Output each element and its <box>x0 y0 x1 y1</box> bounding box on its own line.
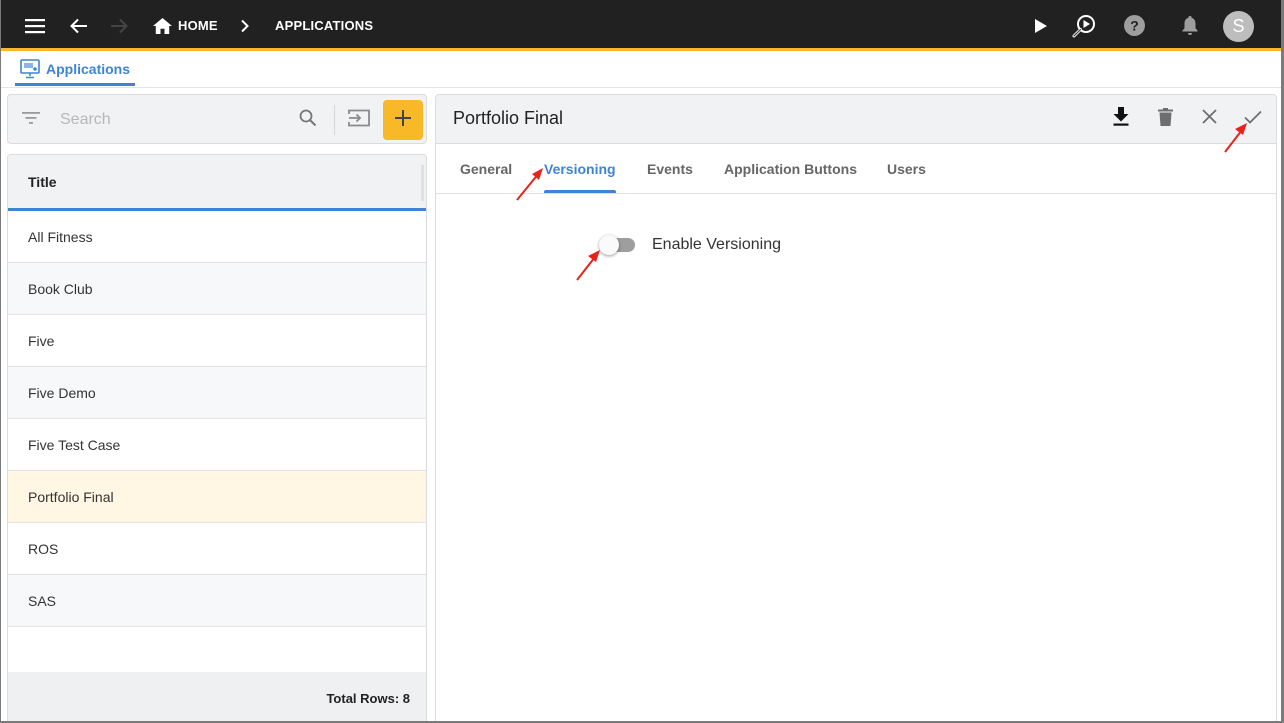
close-button[interactable] <box>1195 105 1223 133</box>
svg-text:?: ? <box>1130 18 1139 34</box>
list-item-selected[interactable]: Portfolio Final <box>8 471 426 523</box>
play-icon <box>1035 18 1047 33</box>
plus-icon <box>395 109 411 131</box>
filter-button[interactable] <box>20 109 42 131</box>
download-button[interactable] <box>1107 105 1135 133</box>
run-button[interactable] <box>1030 0 1052 51</box>
back-button[interactable] <box>66 0 92 51</box>
list-item-title: Five <box>28 332 55 349</box>
list-item[interactable]: Five Test Case <box>8 419 426 471</box>
list-item[interactable]: SAS <box>8 575 426 627</box>
filter-icon <box>22 111 40 130</box>
detail-title: Portfolio Final <box>453 108 564 128</box>
column-header-title[interactable]: Title <box>8 155 426 211</box>
arrow-back-icon <box>70 18 88 34</box>
detail-tabs: General Versioning Events Application Bu… <box>436 144 1276 194</box>
search-input[interactable] <box>60 107 290 133</box>
top-app-bar: HOME APPLICATIONS ? S <box>0 0 1284 51</box>
chevron-right-icon <box>240 0 250 51</box>
column-header-label: Title <box>28 173 57 190</box>
inspect-run-button[interactable] <box>1070 0 1098 51</box>
list-item-title: All Fitness <box>28 228 93 245</box>
import-icon <box>348 109 370 132</box>
list-item-title: SAS <box>28 592 57 609</box>
annotation-arrow-toggle <box>576 250 600 281</box>
breadcrumb-applications-label: APPLICATIONS <box>275 18 374 33</box>
list-item[interactable]: All Fitness <box>8 211 426 263</box>
detail-header: Portfolio Final <box>436 95 1276 144</box>
bell-icon <box>1182 15 1198 36</box>
notifications-button[interactable] <box>1178 0 1202 51</box>
column-resize-handle[interactable] <box>421 165 424 201</box>
tab-general[interactable]: General <box>460 144 512 193</box>
search-icon <box>299 109 317 132</box>
avatar[interactable]: S <box>1223 11 1254 42</box>
delete-button[interactable] <box>1151 105 1179 133</box>
toolbar-divider <box>334 105 335 135</box>
breadcrumb-applications[interactable]: APPLICATIONS <box>275 0 373 51</box>
list-toolbar <box>7 94 427 144</box>
tab-applications-label: Applications <box>46 60 131 77</box>
breadcrumb-home[interactable]: HOME <box>153 0 218 51</box>
annotation-arrow-versioning-tab <box>516 168 543 201</box>
tab-users-label: Users <box>887 160 926 177</box>
tab-users[interactable]: Users <box>887 144 926 193</box>
list-item[interactable]: Five <box>8 315 426 367</box>
list-item[interactable]: Book Club <box>8 263 426 315</box>
breadcrumb-home-label: HOME <box>178 18 218 33</box>
enable-versioning-field: Enable Versioning <box>599 235 781 255</box>
tab-application-buttons[interactable]: Application Buttons <box>724 144 857 193</box>
search-play-icon <box>1071 13 1097 39</box>
tab-application-buttons-label: Application Buttons <box>724 160 857 177</box>
help-button[interactable]: ? <box>1122 0 1146 51</box>
arrow-forward-icon <box>110 18 128 34</box>
help-icon: ? <box>1123 15 1145 36</box>
home-icon <box>153 17 172 34</box>
list-item[interactable]: Five Demo <box>8 367 426 419</box>
delete-icon <box>1157 107 1173 131</box>
hamburger-menu-icon <box>25 18 45 34</box>
tab-general-label: General <box>460 160 513 177</box>
menu-button[interactable] <box>20 0 50 51</box>
list-item[interactable]: ROS <box>8 523 426 575</box>
tab-versioning[interactable]: Versioning <box>544 144 616 193</box>
monitor-settings-icon <box>20 58 40 79</box>
annotation-arrow-save <box>1224 123 1247 153</box>
list-item-title: Portfolio Final <box>28 488 114 505</box>
close-icon <box>1201 109 1217 129</box>
list-item-title: Book Club <box>28 280 93 297</box>
download-icon <box>1113 107 1129 131</box>
import-button[interactable] <box>346 108 372 132</box>
list-item-title: ROS <box>28 540 59 557</box>
tab-events-label: Events <box>647 160 693 177</box>
tab-events[interactable]: Events <box>647 144 693 193</box>
tab-versioning-label: Versioning <box>544 160 616 177</box>
subheader-divider <box>0 87 1284 88</box>
add-button[interactable] <box>383 100 423 140</box>
tab-applications[interactable]: Applications <box>15 54 136 86</box>
list-item-title: Five Demo <box>28 384 96 401</box>
detail-panel: Portfolio Final General Versioning Event… <box>435 94 1277 723</box>
search-button[interactable] <box>296 108 320 132</box>
list-footer: Total Rows: 8 <box>8 672 426 723</box>
enable-versioning-label: Enable Versioning <box>652 236 781 253</box>
forward-button[interactable] <box>106 0 132 51</box>
avatar-initial: S <box>1232 16 1245 36</box>
total-rows-count: Total Rows: 8 <box>326 690 410 706</box>
applications-list: Title All Fitness Book Club Five Five De… <box>7 154 427 723</box>
list-item-title: Five Test Case <box>28 436 121 453</box>
